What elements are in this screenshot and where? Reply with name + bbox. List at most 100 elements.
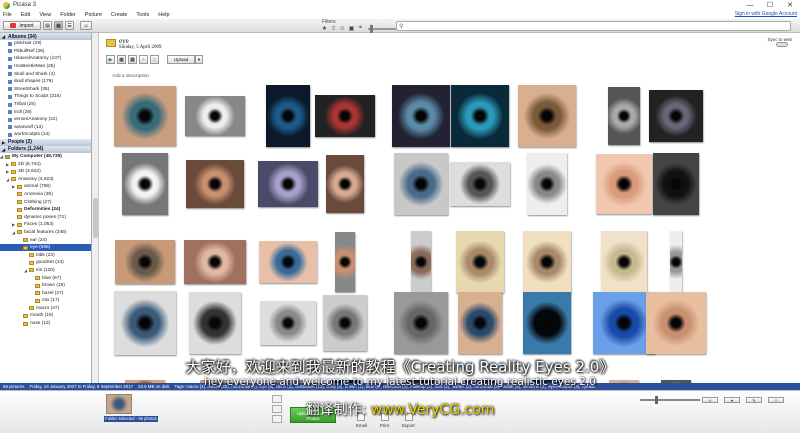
menu-edit[interactable]: Edit: [21, 12, 30, 18]
album-item[interactable]: Things to Sculpt (216): [0, 93, 91, 101]
albums-section-header[interactable]: ◢ Albums (34): [0, 33, 91, 40]
sidebar-scrollbar[interactable]: [92, 33, 99, 383]
my-computer-row[interactable]: ◢ My Computer (48,739): [0, 153, 91, 161]
star-button[interactable]: ★: [139, 55, 148, 64]
people-view-button[interactable]: ☺: [80, 21, 92, 30]
folder-item[interactable]: macro (47): [0, 305, 91, 313]
album-item[interactable]: wearwolf (13): [0, 124, 91, 132]
photo-thumbnail[interactable]: [527, 153, 567, 215]
photo-thumbnail[interactable]: [649, 90, 703, 142]
album-item[interactable]: skull shapes (179): [0, 78, 91, 86]
photo-thumbnail[interactable]: [266, 85, 310, 147]
folder-item[interactable]: Deformities (24): [0, 206, 91, 214]
photo-thumbnail[interactable]: [189, 292, 241, 354]
album-item[interactable]: StreetShark (35): [0, 86, 91, 94]
view-grid-button[interactable]: ▦: [54, 21, 63, 30]
folder-item[interactable]: dynamic poses (71): [0, 213, 91, 221]
search-input[interactable]: ⚲: [396, 21, 791, 31]
folder-item[interactable]: mix (17): [0, 297, 91, 305]
menu-folder[interactable]: Folder: [60, 12, 76, 18]
album-item[interactable]: troll (28): [0, 108, 91, 116]
folder-item[interactable]: Clothing (27): [0, 198, 91, 206]
photo-thumbnail[interactable]: [392, 85, 450, 147]
photo-thumbnail[interactable]: [115, 240, 175, 284]
view-list-button[interactable]: ☰: [65, 21, 74, 30]
sign-in-link[interactable]: Sign in with Google Account: [735, 10, 797, 19]
photo-thumbnail[interactable]: [523, 292, 571, 354]
photo-thumbnail[interactable]: [323, 295, 367, 351]
folder-item[interactable]: ▶ 2D (8,744): [0, 160, 91, 168]
photo-thumbnail[interactable]: [114, 291, 176, 355]
folder-item[interactable]: Anorexia (36): [0, 191, 91, 199]
add-description-field[interactable]: Add a description: [112, 74, 149, 79]
folder-item[interactable]: mouth (19): [0, 312, 91, 320]
menu-create[interactable]: Create: [111, 12, 128, 18]
menu-help[interactable]: Help: [158, 12, 169, 18]
photo-thumbnail[interactable]: [608, 87, 640, 145]
album-title[interactable]: eye: [119, 37, 161, 45]
photo-thumbnail[interactable]: [258, 161, 318, 207]
view-library-button[interactable]: ▤: [43, 21, 52, 30]
folder-item[interactable]: blue (57): [0, 274, 91, 282]
menu-view[interactable]: View: [39, 12, 51, 18]
photo-thumbnail[interactable]: [114, 86, 176, 146]
photo-thumbnail[interactable]: [456, 231, 504, 293]
close-icon[interactable]: ✕: [780, 0, 800, 10]
menu-tools[interactable]: Tools: [136, 12, 149, 18]
album-item[interactable]: rmoBeetleMan (25): [0, 63, 91, 71]
photo-thumbnail[interactable]: [260, 301, 316, 345]
photo-thumbnail[interactable]: [458, 292, 502, 354]
photo-thumbnail[interactable]: [518, 85, 576, 147]
album-item[interactable]: venomAnatomy (22): [0, 116, 91, 124]
minimize-icon[interactable]: —: [740, 0, 760, 10]
scrollbar-thumb[interactable]: [93, 198, 98, 238]
photo-thumbnail[interactable]: [450, 162, 510, 206]
folder-item[interactable]: ◢ eye (566): [0, 243, 91, 252]
folder-item[interactable]: hazel (27): [0, 289, 91, 297]
photo-thumbnail[interactable]: [186, 160, 244, 208]
album-item[interactable]: workSculpts (14): [0, 131, 91, 139]
folders-section-header[interactable]: ◢ Folders (1,244): [0, 145, 91, 153]
upload-dropdown[interactable]: ▼: [195, 55, 203, 64]
album-item[interactable]: Tribal (25): [0, 101, 91, 109]
photo-thumbnail[interactable]: [670, 231, 682, 293]
photo-thumbnail[interactable]: [394, 153, 448, 215]
upload-button[interactable]: Upload: [167, 55, 195, 64]
sync-toggle[interactable]: [776, 42, 788, 47]
photo-thumbnail[interactable]: [394, 292, 448, 354]
video-filter-icon[interactable]: ▣: [347, 25, 356, 32]
folder-item[interactable]: ear (24): [0, 236, 91, 244]
album-date[interactable]: Sunday, 5 April 2009: [119, 45, 161, 50]
geotag-filter-icon[interactable]: ⌖: [356, 25, 365, 32]
menu-file[interactable]: File: [3, 12, 12, 18]
photo-thumbnail[interactable]: [122, 153, 168, 215]
album-item[interactable]: relaxedAnatomy (137): [0, 55, 91, 63]
photo-thumbnail[interactable]: [523, 231, 571, 293]
collage-button[interactable]: ▩: [128, 55, 137, 64]
photo-thumbnail[interactable]: [326, 155, 364, 213]
star-filter-icon[interactable]: ★: [320, 25, 329, 32]
album-item[interactable]: PitbullRef (26): [0, 48, 91, 56]
delete-button[interactable]: ▥: [150, 55, 159, 64]
folder-item[interactable]: ▶ Faces (1,053): [0, 221, 91, 229]
upload-filter-icon[interactable]: ⇧: [329, 25, 338, 32]
photo-thumbnail[interactable]: [653, 153, 699, 215]
slideshow-button[interactable]: ▶: [106, 55, 115, 64]
photo-thumbnail[interactable]: [259, 241, 317, 283]
photo-thumbnail[interactable]: [335, 232, 355, 292]
photo-thumbnail[interactable]: [601, 231, 647, 293]
photo-thumbnail[interactable]: [596, 154, 652, 214]
folder-item[interactable]: goodSet (13): [0, 259, 91, 267]
import-button[interactable]: Import: [3, 21, 41, 30]
album-item[interactable]: Skull and Shark (4): [0, 70, 91, 78]
photo-thumbnail[interactable]: [646, 292, 706, 354]
folder-item[interactable]: ◢ iris (120): [0, 267, 91, 275]
photo-thumbnail[interactable]: [184, 240, 246, 284]
people-section-header[interactable]: ▶ People (2): [0, 138, 91, 146]
album-item[interactable]: pinkHair (29): [0, 40, 91, 48]
folder-item[interactable]: brown (19): [0, 282, 91, 290]
folder-item[interactable]: ▶ animal (768): [0, 183, 91, 191]
folder-item[interactable]: ▶ 3D (3,622): [0, 168, 91, 176]
folder-item[interactable]: ◢ facial features (346): [0, 229, 91, 237]
people-filter-icon[interactable]: ☺: [338, 25, 347, 32]
